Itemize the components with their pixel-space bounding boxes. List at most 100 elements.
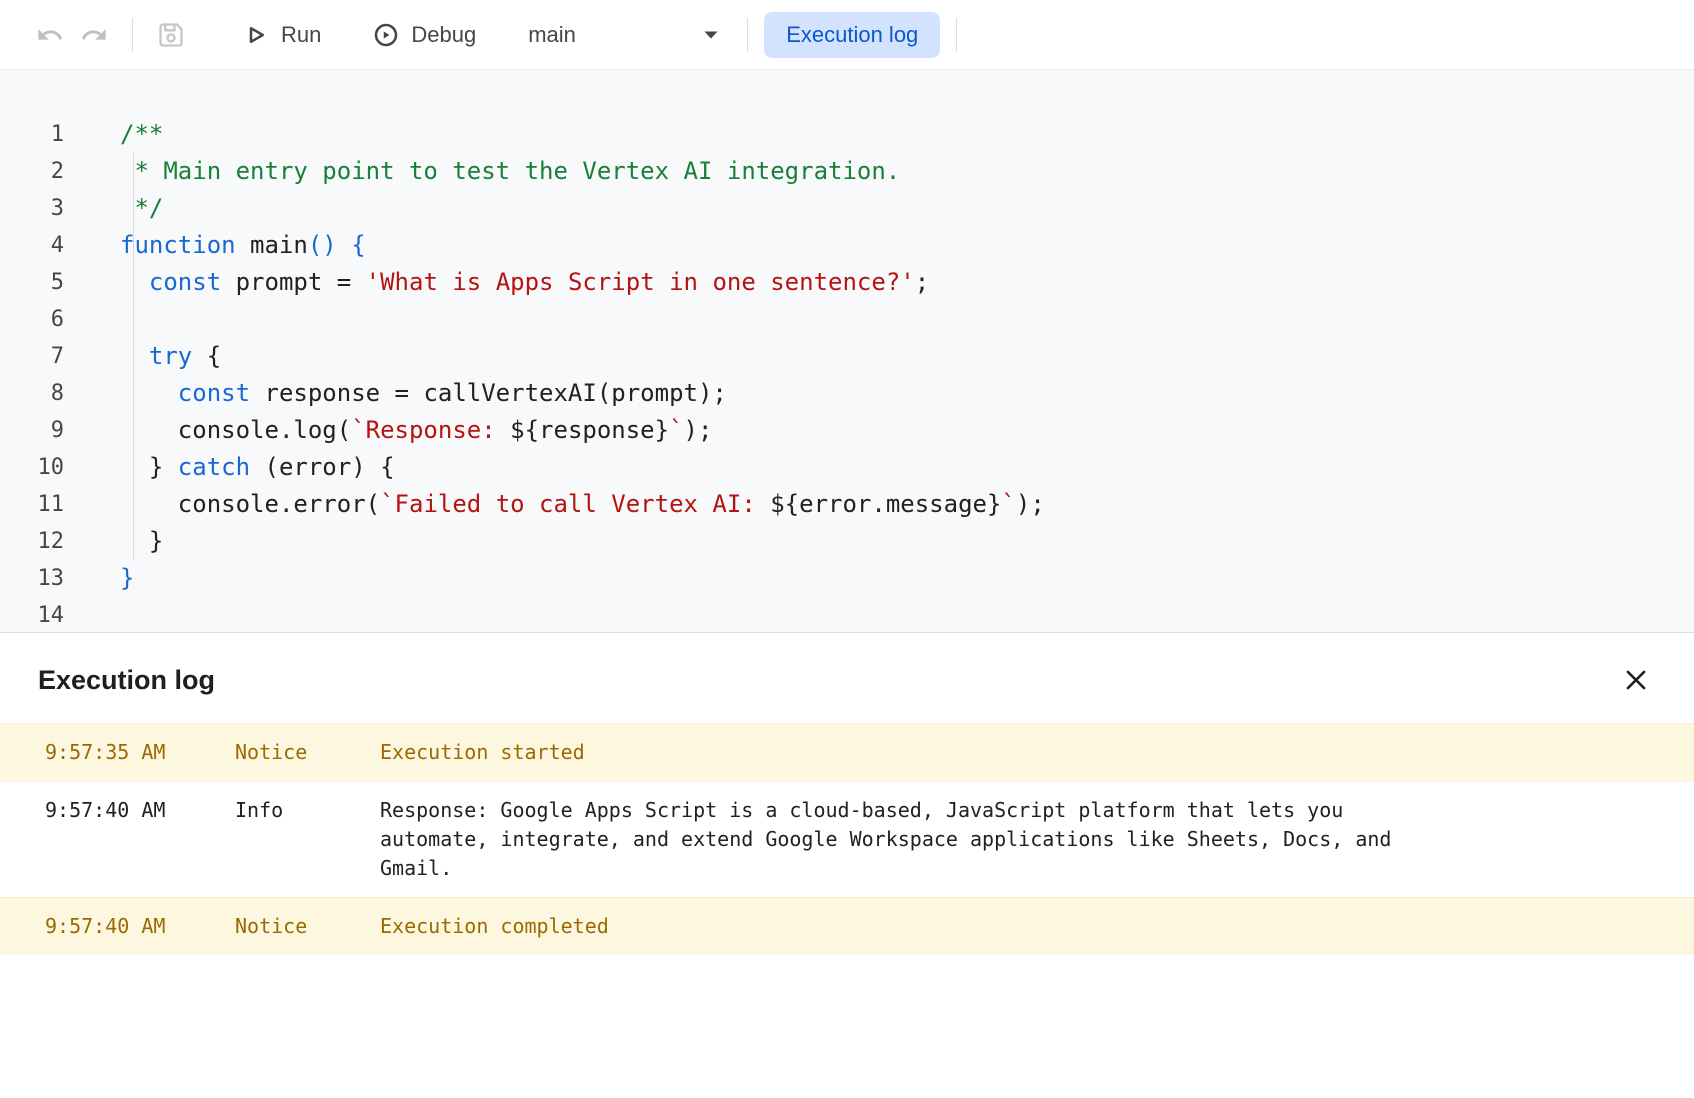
save-project-button[interactable] (149, 13, 193, 57)
execution-log-panel: Execution log 9:57:35 AMNoticeExecution … (0, 632, 1694, 955)
execution-log-button[interactable]: Execution log (764, 12, 940, 58)
toolbar-divider (956, 18, 957, 52)
code-token-string: ` (1001, 490, 1015, 518)
line-number[interactable]: 10 (0, 449, 64, 486)
code-line[interactable]: * Main entry point to test the Vertex AI… (120, 153, 1045, 190)
editor-toolbar: Run Debug main Execution log (0, 0, 1694, 70)
line-number[interactable]: 5 (0, 264, 64, 301)
redo-icon (80, 21, 108, 49)
code-token-paren: () { (308, 231, 366, 259)
code-token-plain: (error) { (250, 453, 395, 481)
code-token-plain: } (120, 453, 178, 481)
code-line[interactable] (120, 301, 1045, 338)
code-token-plain: main (236, 231, 308, 259)
run-button[interactable]: Run (227, 12, 335, 58)
debug-button[interactable]: Debug (357, 12, 490, 58)
line-number[interactable]: 4 (0, 227, 64, 264)
code-token-paren: } (120, 564, 134, 592)
code-token-plain: ${response} (510, 416, 669, 444)
line-number-gutter: 1234567891011121314 (0, 116, 90, 632)
log-level: Notice (235, 738, 380, 767)
chevron-down-icon (703, 30, 719, 40)
code-line[interactable]: const prompt = 'What is Apps Script in o… (120, 264, 1045, 301)
line-number[interactable]: 2 (0, 153, 64, 190)
log-timestamp: 9:57:40 AM (45, 912, 235, 941)
code-line[interactable] (120, 597, 1045, 632)
code-token-comment: */ (120, 194, 163, 222)
line-number[interactable]: 13 (0, 560, 64, 597)
code-token-plain: console.error( (120, 490, 380, 518)
code-token-plain (120, 379, 178, 407)
code-token-plain: console.log( (120, 416, 351, 444)
code-token-keyword: function (120, 231, 236, 259)
code-token-keyword: catch (178, 453, 250, 481)
function-selector-value: main (528, 22, 576, 48)
code-token-comment: /** (120, 120, 163, 148)
code-token-string: 'What is Apps Script in one sentence?' (366, 268, 915, 296)
code-line[interactable]: console.error(`Failed to call Vertex AI:… (120, 486, 1045, 523)
toolbar-divider (132, 18, 133, 52)
log-message: Execution started (380, 738, 1425, 767)
code-token-plain (120, 268, 149, 296)
function-selector-dropdown[interactable]: main (516, 14, 731, 56)
code-token-plain: ); (1016, 490, 1045, 518)
code-line[interactable]: } (120, 560, 1045, 597)
code-token-string: `Response: (351, 416, 510, 444)
indent-guide (133, 153, 134, 560)
line-number[interactable]: 14 (0, 597, 64, 632)
code-token-keyword: const (178, 379, 250, 407)
code-line[interactable]: /** (120, 116, 1045, 153)
code-token-plain: prompt = (221, 268, 366, 296)
close-icon (1622, 666, 1650, 694)
code-token-keyword: try (149, 342, 192, 370)
code-line[interactable]: */ (120, 190, 1045, 227)
code-token-plain: response = callVertexAI(prompt); (250, 379, 727, 407)
line-number[interactable]: 7 (0, 338, 64, 375)
line-number[interactable]: 3 (0, 190, 64, 227)
undo-button[interactable] (28, 13, 72, 57)
code-line[interactable]: } catch (error) { (120, 449, 1045, 486)
code-line[interactable]: } (120, 523, 1045, 560)
toolbar-divider (747, 18, 748, 52)
line-number[interactable]: 11 (0, 486, 64, 523)
play-icon (241, 20, 271, 50)
code-token-plain (120, 342, 149, 370)
run-button-label: Run (281, 22, 321, 48)
debug-button-label: Debug (411, 22, 476, 48)
log-row: 9:57:35 AMNoticeExecution started (0, 723, 1694, 781)
code-token-plain: { (192, 342, 221, 370)
code-token-plain: } (120, 527, 163, 555)
code-lines[interactable]: /** * Main entry point to test the Verte… (120, 116, 1045, 632)
code-line[interactable]: try { (120, 338, 1045, 375)
code-token-string: `Failed to call Vertex AI: (380, 490, 770, 518)
log-timestamp: 9:57:40 AM (45, 796, 235, 825)
line-number[interactable]: 8 (0, 375, 64, 412)
line-number[interactable]: 6 (0, 301, 64, 338)
debug-icon (371, 20, 401, 50)
code-token-plain: ); (684, 416, 713, 444)
line-number[interactable]: 9 (0, 412, 64, 449)
code-token-comment: * Main entry point to test the Vertex AI… (120, 157, 900, 185)
line-number[interactable]: 12 (0, 523, 64, 560)
log-level: Notice (235, 912, 380, 941)
log-timestamp: 9:57:35 AM (45, 738, 235, 767)
undo-icon (36, 21, 64, 49)
code-line[interactable]: const response = callVertexAI(prompt); (120, 375, 1045, 412)
code-token-keyword: const (149, 268, 221, 296)
close-execution-log-button[interactable] (1620, 664, 1652, 696)
log-rows: 9:57:35 AMNoticeExecution started9:57:40… (0, 723, 1694, 955)
log-row: 9:57:40 AMNoticeExecution completed (0, 897, 1694, 955)
code-token-plain: ${error.message} (770, 490, 1001, 518)
redo-button[interactable] (72, 13, 116, 57)
execution-log-title: Execution log (38, 663, 215, 697)
line-number[interactable]: 1 (0, 116, 64, 153)
log-level: Info (235, 796, 380, 825)
code-line[interactable]: function main() { (120, 227, 1045, 264)
save-icon (157, 21, 185, 49)
code-line[interactable]: console.log(`Response: ${response}`); (120, 412, 1045, 449)
code-editor[interactable]: 1234567891011121314 /** * Main entry poi… (0, 70, 1694, 632)
log-message: Response: Google Apps Script is a cloud-… (380, 796, 1425, 883)
log-message: Execution completed (380, 912, 1425, 941)
log-row: 9:57:40 AMInfoResponse: Google Apps Scri… (0, 781, 1694, 897)
execution-log-header: Execution log (0, 633, 1694, 723)
